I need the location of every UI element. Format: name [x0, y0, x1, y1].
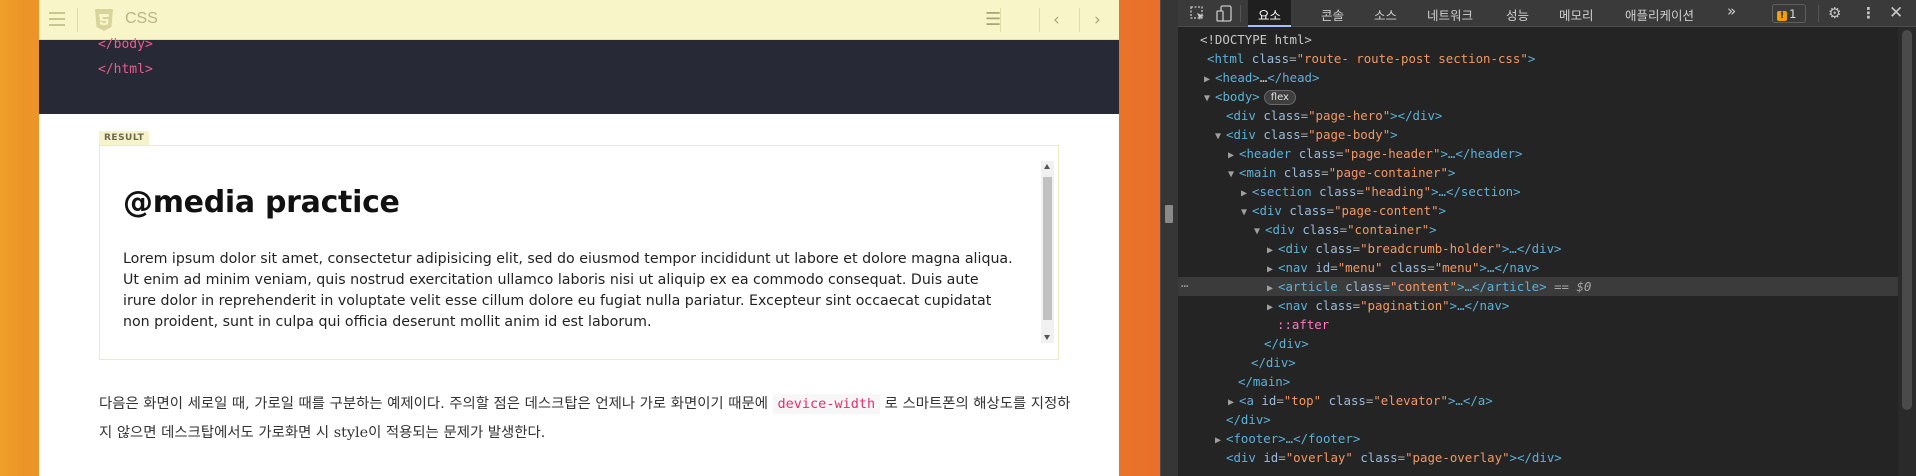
settings-gear-icon[interactable]: ⚙ — [1828, 4, 1841, 22]
dom-node-close-main[interactable]: </main> — [1178, 372, 1898, 391]
dom-node-close-div[interactable]: </div> — [1178, 353, 1898, 372]
devtools-panel: 요소 콘솔 소스 네트워크 성능 메모리 애플리케이션 » ! 1 ⚙ ⋮ ✕ <… — [1178, 0, 1916, 476]
dom-tree: <!DOCTYPE html> <html class="route- rout… — [1178, 30, 1898, 476]
dom-node-breadcrumb[interactable]: ▶ <div class="breadcrumb-holder">…</div> — [1178, 239, 1898, 258]
dom-node-overlay[interactable]: <div id="overlay" class="page-overlay"><… — [1178, 448, 1898, 467]
dom-node-after-pseudo[interactable]: ::after — [1178, 315, 1898, 334]
result-scrollbar[interactable] — [1041, 161, 1054, 343]
top-bar: CSS ☰ ‹ › — [39, 0, 1119, 40]
splitter-grip[interactable] — [1165, 205, 1173, 223]
tab-elements[interactable]: 요소 — [1248, 0, 1292, 27]
dom-node-body[interactable]: ▼ <body> flex — [1178, 87, 1898, 106]
inline-code: device-width — [772, 394, 881, 414]
dom-node-close-div[interactable]: </div> — [1178, 334, 1898, 353]
topbar-divider — [77, 8, 78, 32]
scroll-up-icon[interactable] — [1044, 164, 1050, 169]
result-heading: @media practice — [123, 185, 400, 220]
tab-console[interactable]: 콘솔 — [1321, 5, 1344, 24]
dom-node-page-content[interactable]: ▼ <div class="page-content"> — [1178, 201, 1898, 220]
tab-sources[interactable]: 소스 — [1374, 5, 1397, 24]
panel-splitter[interactable] — [1160, 0, 1178, 476]
warning-icon: ! — [1777, 11, 1788, 21]
more-actions-icon[interactable]: ⋯ — [1181, 277, 1188, 296]
dom-node-page-body[interactable]: ▼ <div class="page-body"> — [1178, 125, 1898, 144]
scroll-down-icon[interactable] — [1044, 335, 1050, 340]
code-line: </body> — [98, 37, 153, 52]
topbar-divider — [1079, 8, 1080, 32]
dom-node-html[interactable]: <html class="route- route-post section-c… — [1178, 49, 1898, 68]
scroll-thumb[interactable] — [1902, 30, 1912, 410]
dom-node-article-selected[interactable]: ⋯ ▶ <article class="content">…</article> =… — [1178, 277, 1898, 296]
tab-memory[interactable]: 메모리 — [1559, 5, 1594, 24]
toc-icon[interactable]: ☰ — [985, 9, 1001, 30]
dom-node-doctype[interactable]: <!DOCTYPE html> — [1178, 30, 1898, 49]
page-section-title: CSS — [125, 10, 158, 27]
more-tabs-icon[interactable]: » — [1727, 2, 1736, 20]
close-devtools-icon[interactable]: ✕ — [1889, 3, 1903, 23]
code-line: </html> — [98, 62, 153, 77]
scroll-thumb[interactable] — [1043, 177, 1052, 320]
issues-badge[interactable]: ! 1 — [1772, 4, 1806, 23]
code-block: </body> </html> — [39, 37, 1119, 114]
dom-node-main[interactable]: ▼ <main class="page-container"> — [1178, 163, 1898, 182]
flex-badge[interactable]: flex — [1263, 90, 1296, 105]
tab-network[interactable]: 네트워크 — [1427, 5, 1473, 24]
dom-node-page-hero[interactable]: <div class="page-hero"></div> — [1178, 106, 1898, 125]
toolbar-divider — [1818, 5, 1819, 22]
result-iframe-content: @media practice Lorem ipsum dolor sit am… — [113, 159, 1035, 341]
customize-menu-icon[interactable]: ⋮ — [1861, 4, 1876, 22]
tab-performance[interactable]: 성능 — [1506, 5, 1529, 24]
topbar-divider — [1039, 8, 1040, 32]
result-label: RESULT — [99, 131, 150, 145]
dom-node-footer[interactable]: ▶ <footer>…</footer> — [1178, 429, 1898, 448]
result-frame: @media practice Lorem ipsum dolor sit am… — [99, 145, 1059, 360]
toolbar-divider — [1240, 5, 1241, 22]
dom-node-header[interactable]: ▶ <header class="page-header">…</header> — [1178, 144, 1898, 163]
next-icon[interactable]: › — [1094, 10, 1101, 30]
dom-node-head[interactable]: ▶ <head>…</head> — [1178, 68, 1898, 87]
dom-node-section[interactable]: ▶ <section class="heading">…</section> — [1178, 182, 1898, 201]
prev-icon[interactable]: ‹ — [1053, 10, 1060, 30]
tab-application[interactable]: 애플리케이션 — [1625, 5, 1694, 24]
devtools-toolbar: 요소 콘솔 소스 네트워크 성능 메모리 애플리케이션 » ! 1 ⚙ ⋮ ✕ — [1178, 0, 1916, 27]
description-text: 다음은 화면이 세로일 때, 가로일 때를 구분하는 예제이다. 주의할 점은 … — [99, 394, 1071, 441]
web-page: CSS ☰ ‹ › </body> </html> RESULT @media … — [39, 0, 1119, 476]
dom-node-container[interactable]: ▼ <div class="container"> — [1178, 220, 1898, 239]
dom-node-elevator[interactable]: ▶ <a id="top" class="elevator">…</a> — [1178, 391, 1898, 410]
inspect-element-icon[interactable] — [1190, 6, 1206, 22]
dom-node-nav-menu[interactable]: ▶ <nav id="menu" class="menu">…</nav> — [1178, 258, 1898, 277]
selected-node-marker: == $0 — [1554, 279, 1592, 294]
dom-node-pagination[interactable]: ▶ <nav class="pagination">…</nav> — [1178, 296, 1898, 315]
menu-icon[interactable] — [49, 12, 65, 26]
dom-tree-scrollbar[interactable] — [1898, 27, 1916, 476]
device-toolbar-icon[interactable] — [1216, 5, 1232, 22]
result-paragraph: Lorem ipsum dolor sit amet, consectetur … — [123, 251, 1013, 330]
css3-icon — [95, 9, 113, 31]
dom-node-close-div[interactable]: </div> — [1178, 410, 1898, 429]
